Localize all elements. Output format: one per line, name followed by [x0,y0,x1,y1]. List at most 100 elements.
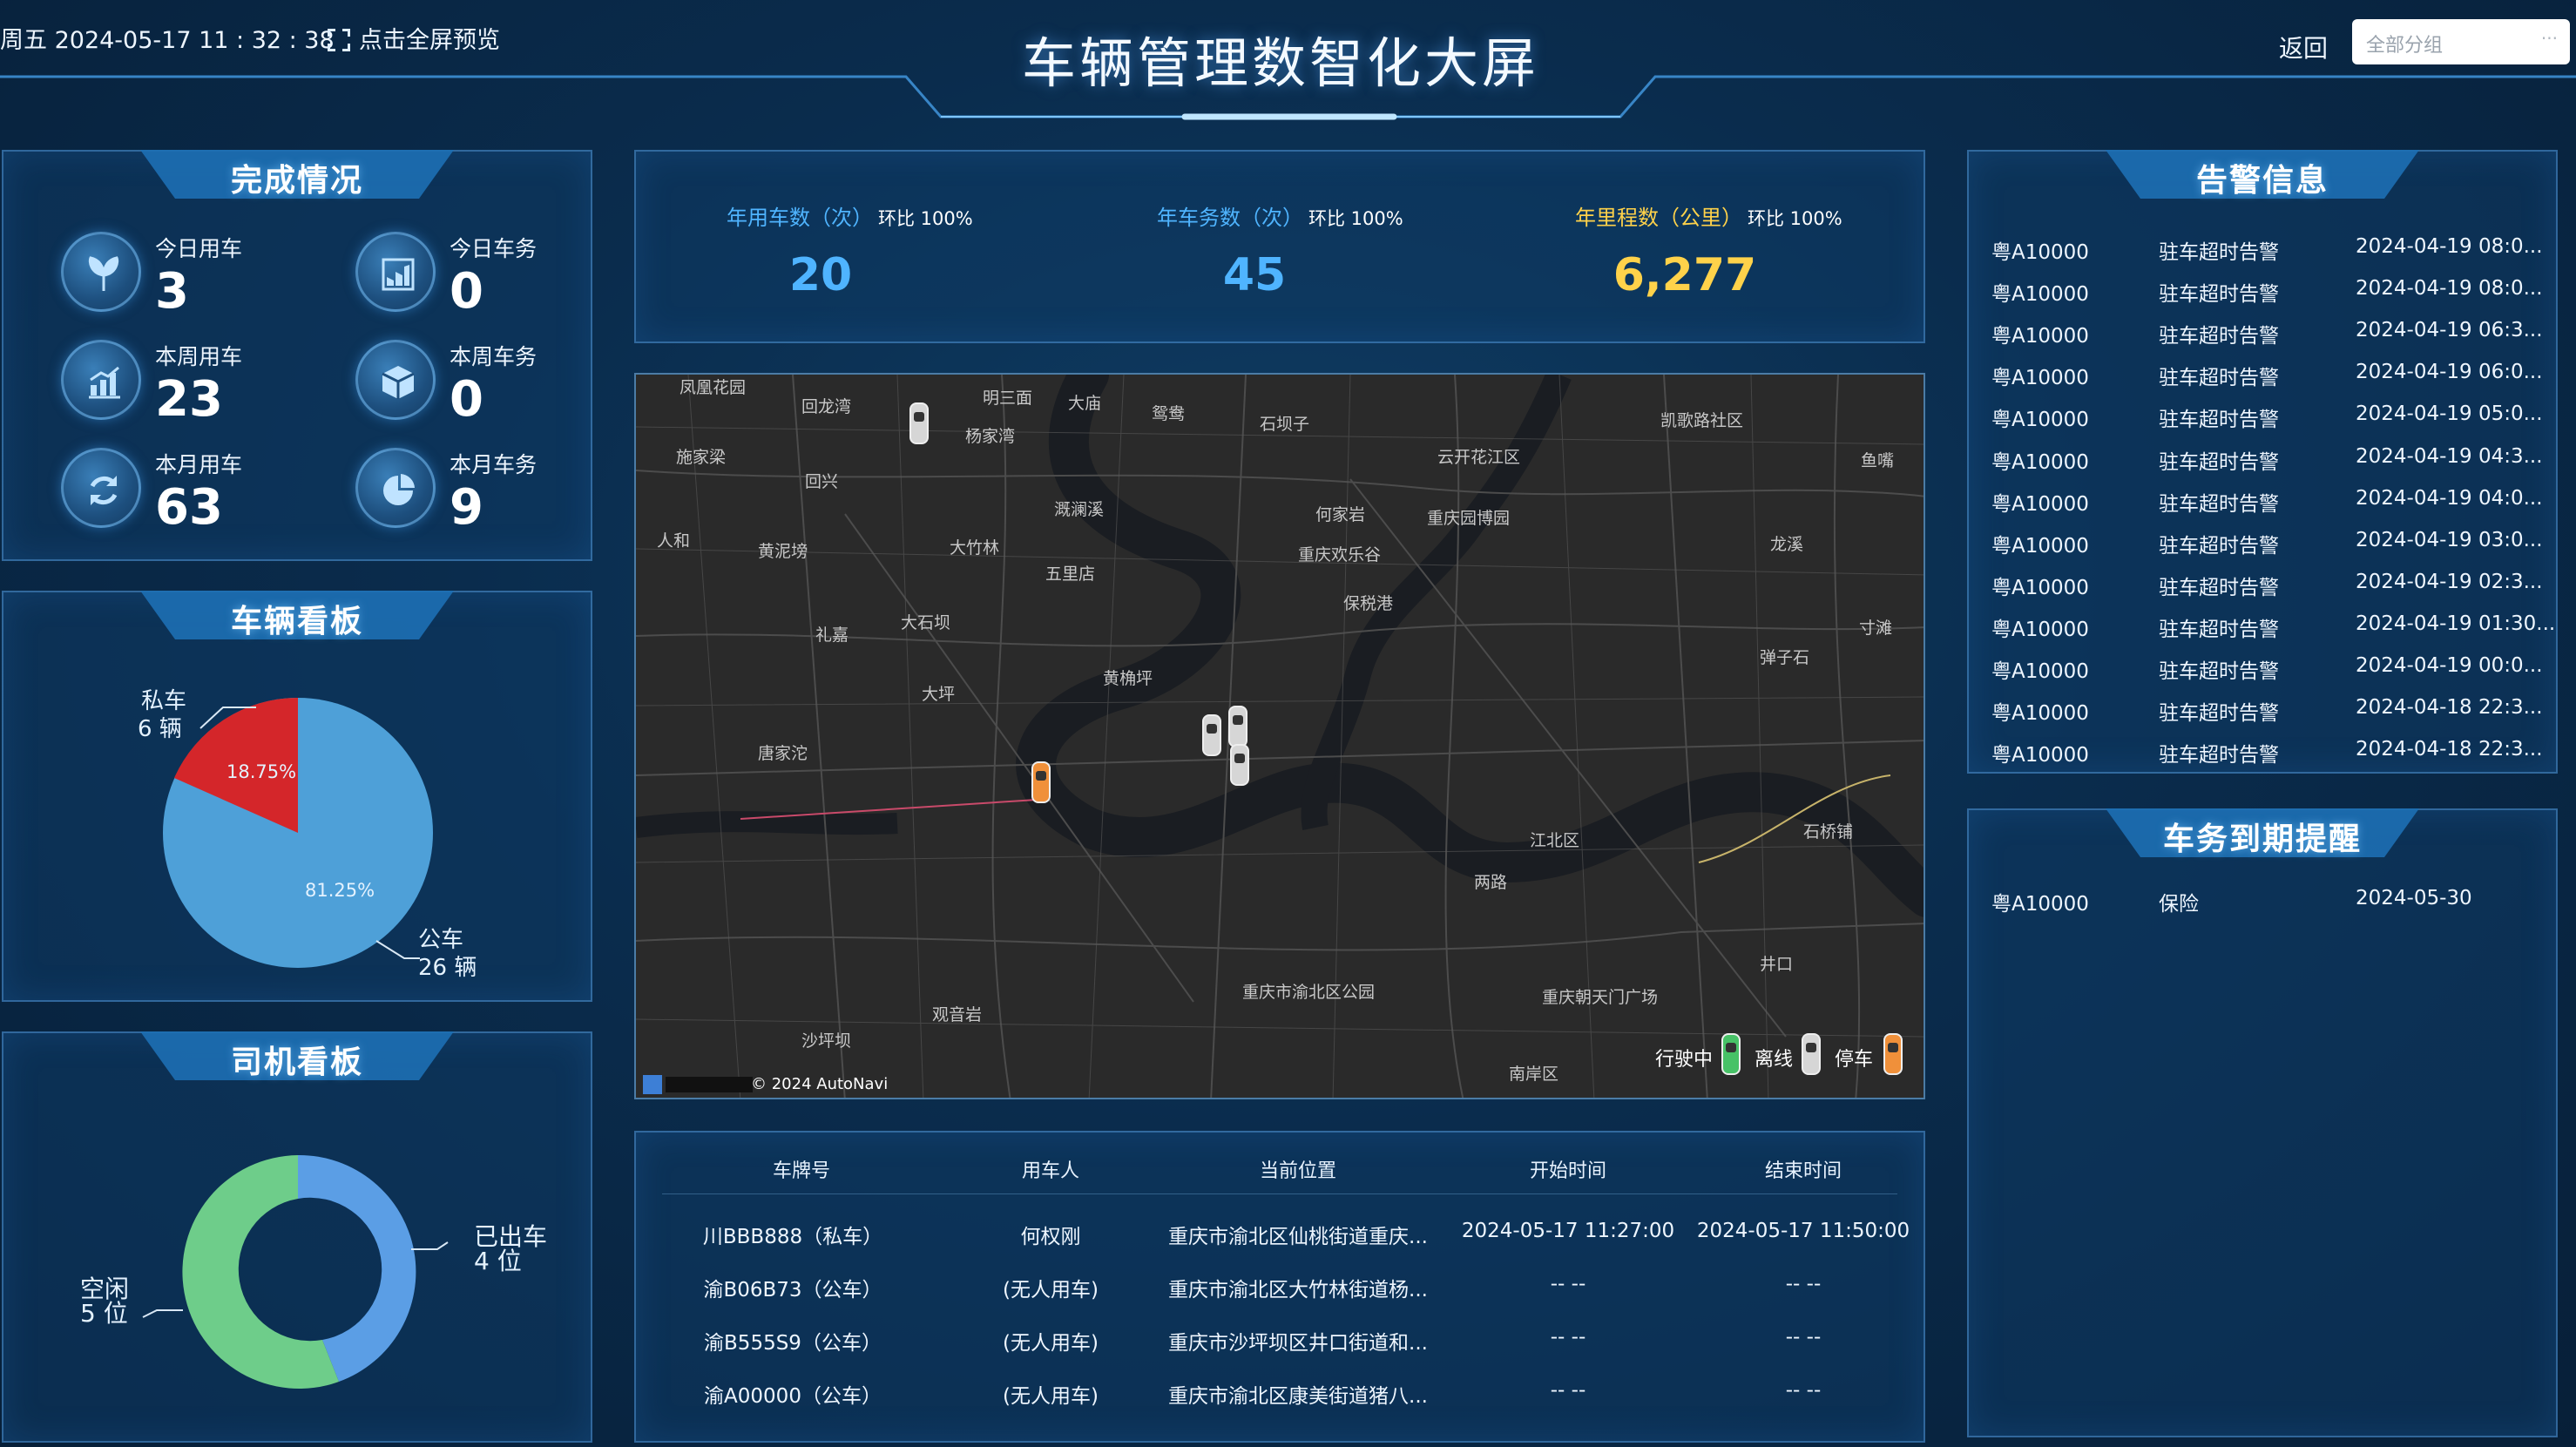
plate-cell: 川BBB888（私车） [702,1226,883,1248]
alert-row[interactable]: 粤A10000 驻车超时告警 2024-04-19 05:0... [1969,402,2559,437]
alert-row[interactable]: 粤A10000 驻车超时告警 2024-04-18 22:3... [1969,696,2559,731]
vehicle-board-panel: 车辆看板 私车 6 辆 18.75% 81.25% 公车 26 辆 [2,591,592,1002]
alert-row[interactable]: 粤A10000 驻车超时告警 2024-04-19 00:0... [1969,654,2559,689]
alert-row[interactable]: 粤A10000 驻车超时告警 2024-04-18 22:3... [1969,738,2559,773]
plate-cell: 渝A00000（公车） [704,1385,882,1408]
map-label: 回龙湾 [801,397,852,416]
alert-row[interactable]: 粤A10000 驻车超时告警 2024-04-19 06:0... [1969,361,2559,396]
map-label: 溉澜溪 [1054,500,1105,519]
alert-row[interactable]: 粤A10000 驻车超时告警 2024-04-19 06:3... [1969,319,2559,354]
map-label: 凤凰花园 [679,378,747,397]
stat-label: 本周用车 [155,344,243,369]
end-time-cell: -- -- [1785,1273,1822,1295]
sprout-icon [61,232,141,312]
fullscreen-preview-button[interactable]: 点击全屏预览 [328,21,500,55]
alert-row[interactable]: 粤A10000 驻车超时告警 2024-04-19 02:3... [1969,571,2559,605]
end-time-cell: -- -- [1785,1379,1822,1402]
stat-label: 本月用车 [155,452,243,477]
map-label: 明三面 [983,389,1033,408]
map-label: 唐家沱 [758,744,808,763]
stat-value: 3 [155,263,189,320]
car-marker-offline[interactable] [1202,714,1221,756]
completion-title: 完成情况 [230,163,363,199]
alert-row[interactable]: 粤A10000 驻车超时告警 2024-04-19 08:0... [1969,277,2559,312]
private-count: 6 辆 [138,716,182,742]
alert-row[interactable]: 粤A10000 驻车超时告警 2024-04-19 04:3... [1969,445,2559,480]
alert-time-cell: 2024-04-19 00:0... [2356,654,2543,677]
alert-time-cell: 2024-04-19 04:0... [2356,486,2543,510]
out-count: 4 位 [474,1247,522,1275]
plate-cell: 粤A10000 [1991,492,2089,516]
alert-time-cell: 2024-04-19 05:0... [2356,402,2543,426]
group-select-placeholder: 全部分组 [2366,35,2444,57]
map-label: 五里店 [1045,565,1096,584]
plate-cell: 粤A10000 [1991,744,2089,767]
table-header: 车牌号 [772,1160,830,1182]
alerts-panel: 告警信息 粤A10000 驻车超时告警 2024-04-19 08:0... 粤A10… [1967,150,2558,774]
kpi-ratio: 环比 100% [878,208,973,229]
plate-cell: 粤A10000 [1991,702,2089,726]
stat-label: 本周车务 [450,344,538,369]
location-cell: 重庆市沙坪坝区井口街道和... [1168,1332,1428,1355]
car-marker-offline[interactable] [909,402,929,444]
plate-cell: 粤A10000 [1991,241,2089,264]
alert-time-cell: 2024-04-19 06:3... [2356,319,2543,342]
legend-driving-label: 行驶中 [1655,1049,1714,1071]
table-divider [662,1193,1897,1194]
map-label: 云开花江区 [1437,448,1521,467]
plate-cell: 渝B06B73（公车） [703,1279,882,1302]
alert-time-cell: 2024-04-19 01:30... [2356,612,2556,635]
map-label: 回兴 [805,472,839,491]
alert-row[interactable]: 粤A10000 驻车超时告警 2024-04-19 08:0... [1969,235,2559,270]
list-item[interactable]: 粤A10000 保险 2024-05-30 [1969,887,2559,922]
group-select[interactable]: 全部分组 ··· [2352,19,2570,64]
kpi-ratio: 环比 100% [1748,208,1842,229]
legend-offline-label: 离线 [1755,1049,1794,1071]
plate-cell: 粤A10000 [1991,450,2089,474]
table-header: 开始时间 [1529,1160,1606,1182]
idle-count: 5 位 [80,1299,128,1328]
table-row[interactable]: 川BBB888（私车） 何权刚 重庆市渝北区仙桃街道重庆... 2024-05-… [636,1220,1927,1263]
alert-time-cell: 2024-04-19 03:0... [2356,528,2543,551]
kpi-ratio: 环比 100% [1308,208,1403,229]
alert-type-cell: 驻车超时告警 [2159,618,2279,641]
alert-type-cell: 驻车超时告警 [2159,576,2279,599]
end-time-cell: 2024-05-17 11:50:00 [1696,1220,1910,1242]
kpi-label: 年车务数（次） 环比 100% [1157,200,1403,231]
plate-cell: 粤A10000 [1991,618,2089,641]
page-title: 车辆管理数智化大屏 [1021,31,1539,95]
location-cell: 重庆市渝北区大竹林街道杨... [1168,1279,1428,1302]
table-header: 当前位置 [1259,1160,1336,1182]
map-label: 重庆欢乐谷 [1298,545,1382,565]
map-label: 弹子石 [1760,648,1810,667]
alert-type-cell: 驻车超时告警 [2159,283,2279,307]
bar-chart-icon [61,340,141,420]
map-label: 凯歌路社区 [1660,411,1744,430]
table-row[interactable]: 渝B06B73（公车） (无人用车) 重庆市渝北区大竹林街道杨... -- --… [636,1273,1927,1316]
plate-cell: 粤A10000 [1991,367,2089,390]
map-label: 江北区 [1530,831,1580,850]
map-label: 大竹林 [950,538,1000,558]
stat-value: 23 [155,371,223,428]
car-marker-parked[interactable] [1031,761,1051,803]
stat-value: 9 [450,479,483,536]
table-row[interactable]: 渝B555S9（公车） (无人用车) 重庆市沙坪坝区井口街道和... -- --… [636,1326,1927,1369]
map-label: 重庆园博园 [1427,509,1511,528]
select-dots: ··· [2540,28,2558,49]
car-marker-offline[interactable] [1230,744,1249,786]
back-button[interactable]: 返回 [2279,30,2328,64]
alert-time-cell: 2024-04-19 04:3... [2356,444,2543,468]
plate-cell: 粤A10000 [1991,660,2089,683]
chart-up-icon [355,232,436,312]
vehicle-map[interactable]: 凤凰花园 回龙湾 明三面 大庙 鸳鸯 石坝子 云开花江区 凯歌路社区 施家梁 杨… [634,373,1925,1099]
car-marker-offline[interactable] [1228,706,1247,747]
location-cell: 重庆市渝北区仙桃街道重庆... [1168,1226,1428,1248]
alert-row[interactable]: 粤A10000 驻车超时告警 2024-04-19 04:0... [1969,487,2559,522]
alert-type-cell: 驻车超时告警 [2159,702,2279,726]
alert-row[interactable]: 粤A10000 驻车超时告警 2024-04-19 03:0... [1969,529,2559,564]
kpi-label: 年里程数（公里） 环比 100% [1575,200,1842,231]
alert-row[interactable]: 粤A10000 驻车超时告警 2024-04-19 01:30... [1969,612,2559,647]
trip-table: 车牌号 用车人 当前位置 开始时间 结束时间 川BBB888（私车） 何权刚 重… [634,1131,1925,1443]
map-copyright: © 2024 AutoNavi [751,1075,889,1093]
table-row[interactable]: 渝A00000（公车） (无人用车) 重庆市渝北区康美街道猪八... -- --… [636,1379,1927,1423]
